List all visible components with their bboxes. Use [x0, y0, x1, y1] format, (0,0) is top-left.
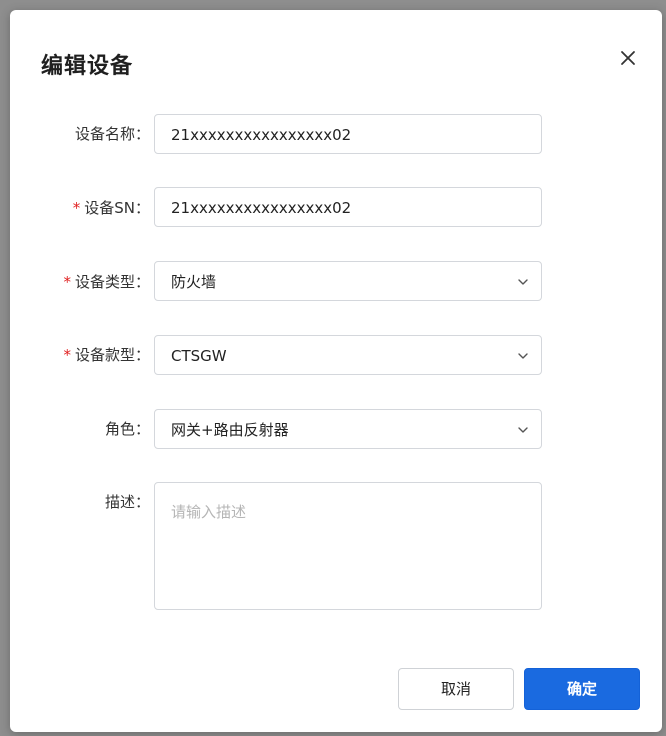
description-label: 描述： — [10, 492, 150, 512]
device-type-value: 防火墙 — [171, 273, 217, 291]
description-label-text: 描述： — [104, 493, 150, 511]
role-label-text: 角色： — [104, 420, 150, 438]
description-textarea[interactable]: 请输入描述 — [154, 482, 542, 610]
role-label: 角色： — [10, 419, 150, 439]
device-name-label-text: 设备名称： — [74, 125, 150, 143]
close-icon[interactable] — [616, 46, 640, 70]
device-sn-value: 21xxxxxxxxxxxxxxxx02 — [171, 199, 352, 217]
confirm-button[interactable]: 确定 — [524, 668, 640, 710]
chevron-down-icon — [518, 427, 528, 433]
device-model-value: CTSGW — [171, 347, 227, 365]
device-model-select[interactable]: CTSGW — [154, 335, 542, 375]
cancel-button[interactable]: 取消 — [398, 668, 514, 710]
required-mark: * — [63, 273, 71, 291]
device-name-value: 21xxxxxxxxxxxxxxxx02 — [171, 126, 352, 144]
role-select[interactable]: 网关+路由反射器 — [154, 409, 542, 449]
device-model-label-text: 设备款型： — [74, 346, 150, 364]
device-type-label-text: 设备类型： — [74, 273, 150, 291]
device-sn-input[interactable]: 21xxxxxxxxxxxxxxxx02 — [154, 187, 542, 227]
device-type-label: * 设备类型： — [10, 272, 150, 292]
edit-device-dialog: 编辑设备 设备名称： 21xxxxxxxxxxxxxxxx02 * 设备SN： 2… — [10, 10, 662, 732]
chevron-down-icon — [518, 279, 528, 285]
device-name-label: 设备名称： — [10, 124, 150, 144]
required-mark: * — [63, 346, 71, 364]
role-value: 网关+路由反射器 — [171, 421, 289, 439]
required-mark: * — [72, 199, 81, 217]
device-name-input[interactable]: 21xxxxxxxxxxxxxxxx02 — [154, 114, 542, 154]
description-placeholder: 请输入描述 — [171, 503, 247, 521]
device-type-select[interactable]: 防火墙 — [154, 261, 542, 301]
device-sn-label: * 设备SN： — [10, 198, 150, 218]
dialog-title: 编辑设备 — [41, 54, 134, 79]
device-model-label: * 设备款型： — [10, 345, 150, 365]
chevron-down-icon — [518, 353, 528, 359]
device-sn-label-text: 设备SN： — [84, 199, 150, 217]
